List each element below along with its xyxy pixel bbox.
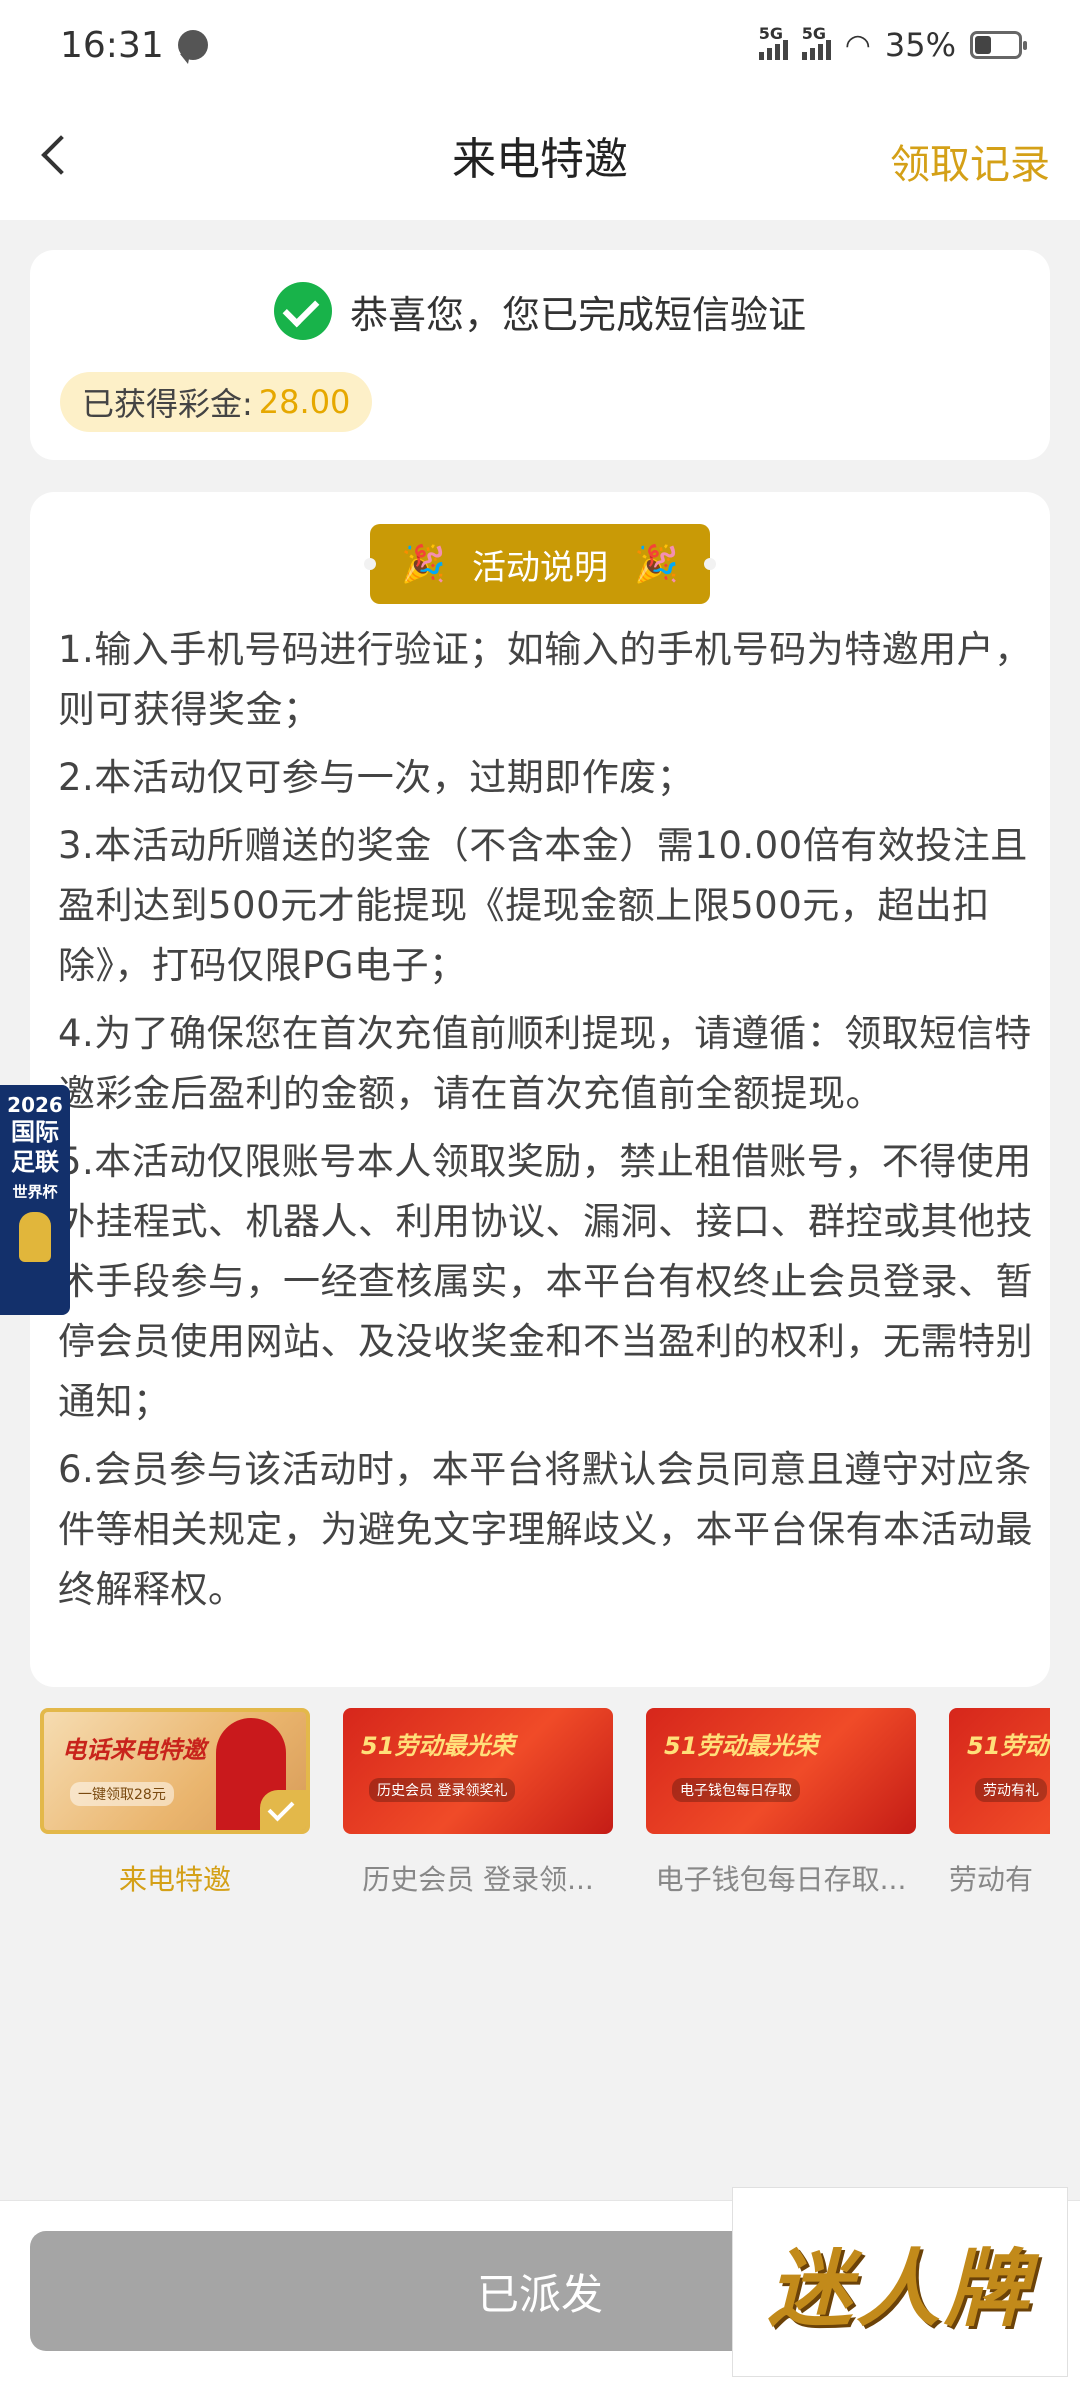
rule-item: 3.本活动所赠送的奖金（不含本金）需10.00倍有效投注且盈利达到500元才能提… [58, 824, 1028, 987]
bonus-label: 已获得彩金: [82, 385, 253, 423]
promo-item-wallet[interactable]: 51劳动最光荣 电子钱包每日存取 电子钱包每日存取... [646, 1708, 916, 1898]
promo-banner[interactable]: 51劳动最光荣 电子钱包每日存取 [646, 1708, 916, 1834]
badge-year: 2026 [7, 1093, 63, 1117]
status-bar: 16:31 5G 5G ◠ 35% [0, 0, 1080, 90]
success-message: 恭喜您，您已完成短信验证 [349, 292, 806, 337]
promo-banner-sub: 一键领取28元 [70, 1782, 174, 1806]
signal-5g-icon-2: 5G [801, 24, 831, 60]
success-row: 恭喜您，您已完成短信验证 [30, 282, 1050, 340]
badge-line2: 国际 [11, 1118, 59, 1146]
bonus-value: 28.00 [258, 383, 351, 421]
promo-banner-sub: 历史会员 登录领奖礼 [369, 1778, 516, 1802]
badge-line3: 足联 [11, 1148, 59, 1176]
signal-5g-icon: 5G [758, 24, 788, 60]
badge-line4: 世界杯 [12, 1183, 58, 1201]
signal-5g-label-2: 5G [801, 24, 826, 43]
wifi-icon: ◠ [844, 27, 871, 63]
verification-success-card: 恭喜您，您已完成短信验证 已获得彩金: 28.00 [30, 250, 1050, 460]
status-time: 16:31 [60, 24, 164, 66]
promo-item-labor[interactable]: 51劳动 劳动有礼 劳动有 [949, 1708, 1050, 1898]
party-popper-icon: 🎉 [401, 544, 446, 585]
status-left: 16:31 [60, 25, 208, 66]
promo-banner[interactable]: 51劳动 劳动有礼 [949, 1708, 1050, 1834]
promo-label: 来电特邀 [118, 1863, 231, 1896]
bonus-badge: 已获得彩金: 28.00 [60, 372, 373, 432]
rule-item: 2.本活动仅可参与一次，过期即作废； [58, 756, 695, 799]
page: 16:31 5G 5G ◠ 35% 来电特邀 领取记录 恭喜您，您已完成短信验证 [0, 0, 1080, 2400]
battery-icon [970, 31, 1027, 59]
rule-item: 5.本活动仅限账号本人领取奖励，禁止租借账号，不得使用外挂程式、机器人、利用协议… [58, 1140, 1033, 1423]
promo-item-call-invite[interactable]: 电话来电特邀 一键领取28元 来电特邀 [40, 1708, 310, 1898]
promo-banner-sub: 劳动有礼 [975, 1778, 1047, 1802]
header: 来电特邀 领取记录 [0, 90, 1080, 220]
promo-banner-title: 51劳动最光荣 [664, 1732, 818, 1760]
brand-logo: 迷人牌 [732, 2187, 1068, 2377]
rule-item: 1.输入手机号码进行验证；如输入的手机号码为特邀用户，则可获得奖金； [58, 628, 1032, 731]
page-title: 来电特邀 [452, 134, 628, 185]
promo-banner-title: 51劳动最光荣 [361, 1732, 515, 1760]
promo-banner[interactable]: 电话来电特邀 一键领取28元 [40, 1708, 310, 1834]
check-circle-icon [273, 282, 332, 340]
promo-item-history-member[interactable]: 51劳动最光荣 历史会员 登录领奖礼 历史会员 登录领... [343, 1708, 613, 1898]
selected-check-icon [260, 1790, 306, 1830]
activity-rules-card: 🎉 活动说明 🎉 1.输入手机号码进行验证；如输入的手机号码为特邀用户，则可获得… [30, 492, 1050, 1687]
signal-5g-label: 5G [758, 24, 783, 43]
rule-item: 4.为了确保您在首次充值前顺利提现，请遵循：领取短信特邀彩金后盈利的金额，请在首… [58, 1012, 1032, 1115]
status-right: 5G 5G ◠ 35% [758, 24, 1027, 64]
bottom-bar: 已派发 迷人牌 [0, 2187, 1080, 2400]
battery-percent: 35% [884, 26, 956, 64]
promo-banner-title: 51劳动 [967, 1732, 1049, 1760]
claim-records-link[interactable]: 领取记录 [890, 132, 1050, 190]
rule-item: 6.会员参与该活动时，本平台将默认会员同意且遵守对应条件等相关规定，为避免文字理… [58, 1448, 1033, 1611]
promo-banner-sub: 电子钱包每日存取 [672, 1778, 800, 1802]
promo-label: 历史会员 登录领... [362, 1863, 594, 1896]
promo-label: 电子钱包每日存取... [655, 1863, 907, 1896]
promo-label: 劳动有 [949, 1863, 1034, 1896]
rules-banner: 🎉 活动说明 🎉 [364, 524, 716, 604]
promo-carousel[interactable]: 电话来电特邀 一键领取28元 来电特邀 51劳动最光荣 历史会员 登录领奖礼 历… [40, 1708, 1050, 1908]
world-cup-float-badge[interactable]: 2026 国际 足联 世界杯 [0, 1085, 70, 1315]
message-notification-icon [177, 30, 208, 64]
brand-logo-text: 迷人牌 [767, 2239, 1032, 2338]
trophy-icon [19, 1212, 51, 1262]
rules-list: 1.输入手机号码进行验证；如输入的手机号码为特邀用户，则可获得奖金； 2.本活动… [58, 620, 1048, 1628]
promo-banner[interactable]: 51劳动最光荣 历史会员 登录领奖礼 [343, 1708, 613, 1834]
rules-title: 活动说明 [472, 547, 608, 588]
back-button[interactable] [26, 125, 86, 185]
party-popper-icon-right: 🎉 [634, 544, 679, 585]
promo-banner-title: 电话来电特邀 [62, 1736, 206, 1764]
